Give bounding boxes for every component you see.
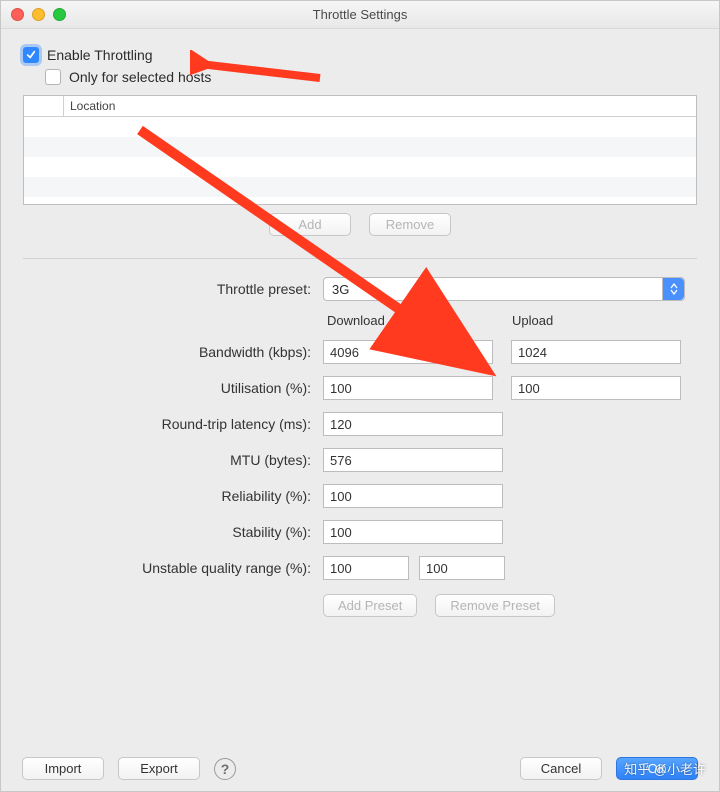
latency-label: Round-trip latency (ms): [23, 416, 323, 432]
bandwidth-label: Bandwidth (kbps): [23, 344, 323, 360]
throttle-preset-label: Throttle preset: [23, 281, 323, 297]
ok-button[interactable]: OK [616, 757, 698, 780]
add-preset-button[interactable]: Add Preset [323, 594, 417, 617]
window-root: Throttle Settings Enable Throttling Only… [0, 0, 720, 792]
utilisation-download-input[interactable] [323, 376, 493, 400]
upload-column-header: Upload [512, 313, 682, 328]
hosts-table[interactable]: Location [23, 95, 697, 205]
chevron-updown-icon [662, 278, 684, 300]
utilisation-upload-input[interactable] [511, 376, 681, 400]
latency-input[interactable] [323, 412, 503, 436]
minimize-icon[interactable] [32, 8, 45, 21]
traffic-lights [11, 8, 66, 21]
hosts-column-location: Location [64, 96, 696, 116]
hosts-table-body [24, 117, 696, 204]
table-row [24, 157, 696, 177]
titlebar: Throttle Settings [1, 1, 719, 29]
remove-host-button[interactable]: Remove [369, 213, 451, 236]
stability-input[interactable] [323, 520, 503, 544]
only-selected-hosts-label: Only for selected hosts [69, 69, 211, 85]
import-button[interactable]: Import [22, 757, 104, 780]
enable-throttling-label: Enable Throttling [47, 47, 153, 63]
mtu-input[interactable] [323, 448, 503, 472]
help-icon[interactable]: ? [214, 758, 236, 780]
mtu-label: MTU (bytes): [23, 452, 323, 468]
bandwidth-download-input[interactable] [323, 340, 493, 364]
window-title: Throttle Settings [313, 7, 408, 22]
table-row [24, 137, 696, 157]
download-column-header: Download [327, 313, 512, 328]
divider [23, 258, 697, 259]
stability-label: Stability (%): [23, 524, 323, 540]
table-row [24, 117, 696, 137]
unstable-quality-label: Unstable quality range (%): [23, 560, 323, 576]
unstable-quality-max-input[interactable] [419, 556, 505, 580]
add-host-button[interactable]: Add [269, 213, 351, 236]
reliability-label: Reliability (%): [23, 488, 323, 504]
only-selected-hosts-checkbox[interactable] [45, 69, 61, 85]
throttle-preset-select[interactable]: 3G [323, 277, 685, 301]
zoom-icon[interactable] [53, 8, 66, 21]
table-row [24, 177, 696, 197]
utilisation-label: Utilisation (%): [23, 380, 323, 396]
hosts-table-header: Location [24, 96, 696, 117]
enable-throttling-checkbox[interactable] [23, 47, 39, 63]
export-button[interactable]: Export [118, 757, 200, 780]
reliability-input[interactable] [323, 484, 503, 508]
unstable-quality-min-input[interactable] [323, 556, 409, 580]
bandwidth-upload-input[interactable] [511, 340, 681, 364]
close-icon[interactable] [11, 8, 24, 21]
cancel-button[interactable]: Cancel [520, 757, 602, 780]
remove-preset-button[interactable]: Remove Preset [435, 594, 555, 617]
throttle-preset-value: 3G [332, 282, 349, 297]
